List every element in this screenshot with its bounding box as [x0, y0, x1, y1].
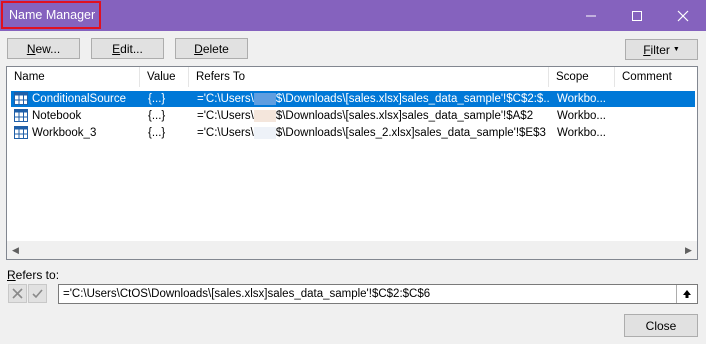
- column-header-name[interactable]: Name: [7, 67, 140, 87]
- minimize-button[interactable]: [568, 0, 614, 31]
- refers-suffix: $\Downloads\[sales.xlsx]sales_data_sampl…: [275, 93, 549, 105]
- row-value: {...}: [148, 93, 166, 105]
- refers-prefix: ='C:\Users\: [197, 110, 254, 122]
- row-refers-to: ='C:\Users\ $\Downloads\[sales.xlsx]sales…: [197, 108, 549, 124]
- list-item[interactable]: Notebook {...} ='C:\Users\ $\Downloads\[s…: [11, 108, 695, 124]
- names-list[interactable]: Name Value Refers To Scope Comment Condi…: [6, 66, 698, 260]
- cancel-edit-button[interactable]: [8, 284, 27, 303]
- close-window-button[interactable]: [660, 0, 706, 31]
- edit-button[interactable]: Edit...: [91, 38, 164, 59]
- refers-suffix: $\Downloads\[sales.xlsx]sales_data_sampl…: [275, 110, 534, 122]
- refers-suffix: $\Downloads\[sales_2.xlsx]sales_data_sam…: [275, 127, 546, 139]
- minimize-icon: [586, 15, 596, 16]
- edit-label: dit...: [120, 41, 143, 56]
- delete-label: elete: [202, 41, 229, 56]
- refers-prefix: ='C:\Users\: [197, 93, 254, 105]
- new-label: ew...: [35, 41, 61, 56]
- collapse-dialog-button[interactable]: [676, 285, 697, 303]
- name-range-icon: [14, 126, 28, 139]
- row-name: Notebook: [32, 110, 82, 122]
- redacted-user-mask: [253, 92, 276, 105]
- refers-to-label-text: efers to:: [15, 268, 60, 282]
- column-header-scope[interactable]: Scope: [549, 67, 615, 87]
- list-header: Name Value Refers To Scope Comment: [7, 67, 697, 87]
- close-button[interactable]: Close: [624, 314, 698, 337]
- maximize-icon: [632, 10, 642, 21]
- scroll-right-icon[interactable]: ▶: [680, 242, 697, 259]
- row-value: {...}: [148, 127, 166, 139]
- row-scope: Workbo...: [557, 110, 606, 122]
- window-title: Name Manager: [9, 8, 96, 22]
- row-scope: Workbo...: [557, 127, 606, 139]
- column-header-value[interactable]: Value: [140, 67, 189, 87]
- delete-button[interactable]: Delete: [175, 38, 248, 59]
- filter-accel: F: [643, 42, 651, 57]
- row-value: {...}: [148, 110, 166, 122]
- close-icon: [677, 10, 689, 21]
- refers-prefix: ='C:\Users\: [197, 127, 254, 139]
- row-refers-to: ='C:\Users\ $\Downloads\[sales_2.xlsx]sal…: [197, 125, 549, 141]
- dropdown-arrow-icon: ▼: [672, 46, 680, 53]
- row-name: ConditionalSource: [32, 93, 126, 105]
- delete-accel: D: [194, 41, 203, 56]
- name-range-icon: [14, 92, 28, 105]
- edit-accel: E: [112, 41, 121, 56]
- list-item[interactable]: ConditionalSource {...} ='C:\Users\ $\Dow…: [11, 91, 695, 107]
- checkmark-icon: [32, 289, 43, 299]
- redacted-user-mask: [253, 109, 276, 122]
- collapse-arrow-icon: [683, 290, 691, 298]
- refers-to-field[interactable]: ='C:\Users\CtOS\Downloads\[sales.xlsx]sa…: [58, 284, 698, 304]
- row-refers-to: ='C:\Users\ $\Downloads\[sales.xlsx]sales…: [197, 91, 549, 107]
- filter-label: ilter: [650, 42, 670, 57]
- title-bar: Name Manager: [0, 0, 706, 31]
- cancel-x-icon: [12, 288, 23, 299]
- new-button[interactable]: New...: [7, 38, 80, 59]
- scroll-left-icon[interactable]: ◀: [7, 242, 24, 259]
- horizontal-scrollbar[interactable]: ◀ ▶: [7, 241, 697, 259]
- refers-to-value: ='C:\Users\CtOS\Downloads\[sales.xlsx]sa…: [63, 288, 431, 300]
- refers-to-label: Refers to:: [7, 268, 59, 282]
- column-header-comment[interactable]: Comment: [615, 67, 697, 87]
- list-item[interactable]: Workbook_3 {...} ='C:\Users\ $\Downloads\…: [11, 125, 695, 141]
- refers-to-accel: R: [7, 268, 16, 282]
- column-header-refers-to[interactable]: Refers To: [189, 67, 549, 87]
- row-scope: Workbo...: [557, 93, 606, 105]
- filter-button[interactable]: Filter ▼: [625, 39, 698, 60]
- confirm-edit-button[interactable]: [28, 284, 47, 303]
- new-accel: N: [26, 41, 36, 56]
- maximize-button[interactable]: [614, 0, 660, 31]
- redacted-user-mask: [253, 126, 276, 139]
- name-range-icon: [14, 109, 28, 122]
- row-name: Workbook_3: [32, 127, 97, 139]
